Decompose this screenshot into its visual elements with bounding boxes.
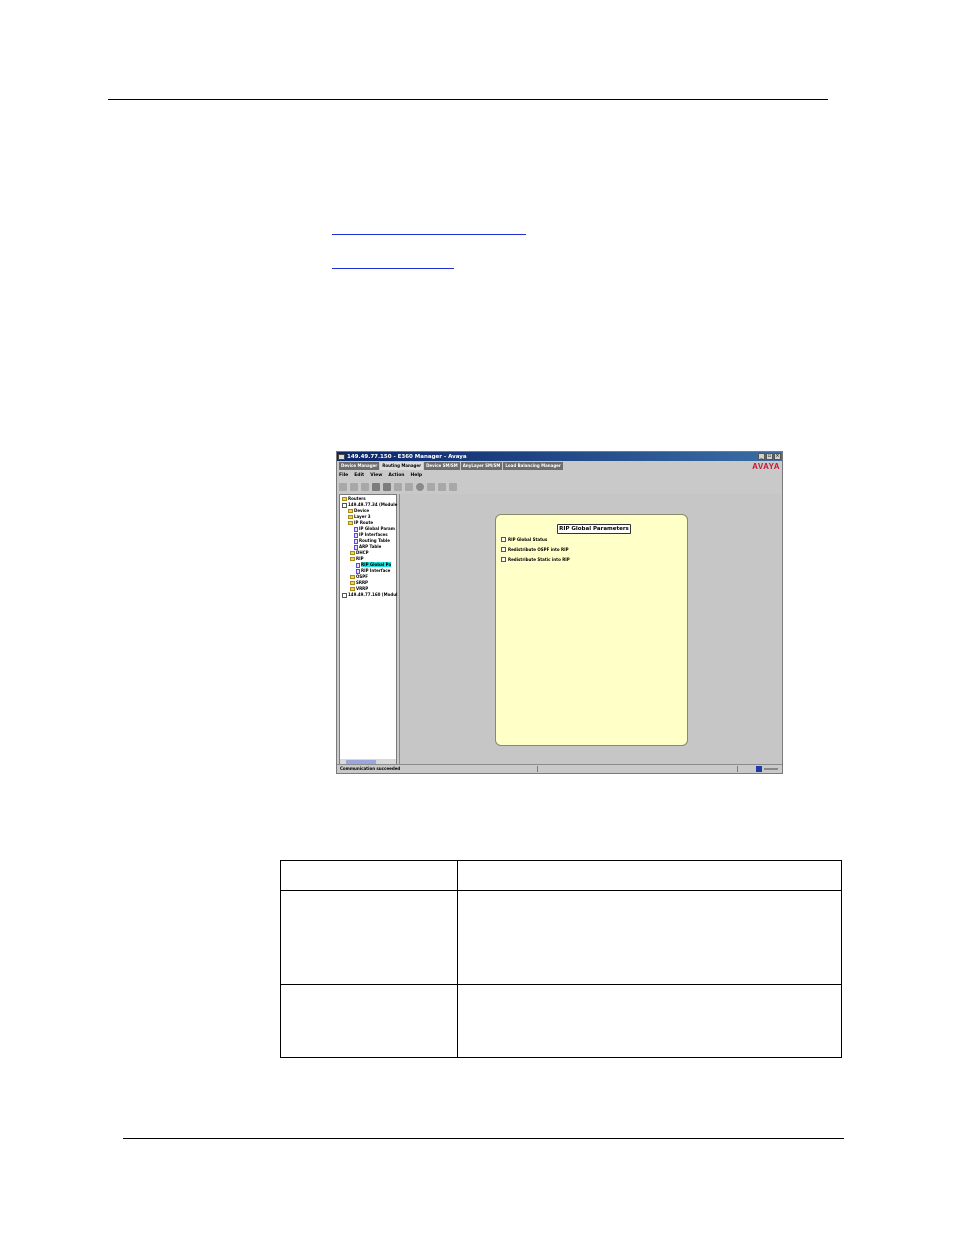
tree-item-ospf[interactable]: OSPF bbox=[350, 574, 368, 579]
tab-load-balancing-manager[interactable]: Load Balancing Manager bbox=[503, 462, 563, 470]
close-button[interactable]: × bbox=[774, 453, 781, 460]
undo-icon[interactable] bbox=[339, 482, 347, 491]
folder-icon bbox=[350, 581, 355, 585]
footer-rule bbox=[123, 1138, 844, 1139]
tree-item-vrrp[interactable]: VRRP bbox=[350, 586, 368, 591]
folder-icon bbox=[350, 557, 355, 561]
tree-item-srrp[interactable]: SRRP bbox=[350, 580, 368, 585]
table-header-rule bbox=[280, 890, 842, 891]
zoom-slider[interactable] bbox=[764, 768, 778, 770]
rip-global-parameters-panel: RIP Global Parameters RIP Global Status … bbox=[495, 514, 688, 746]
screenshot-window: 149.49.77.150 - E360 Manager - Avaya _ ▫… bbox=[336, 451, 783, 774]
toolbar bbox=[339, 481, 780, 492]
tab-anylayer-sm[interactable]: AnyLayer SM/SM bbox=[460, 462, 503, 470]
content-area: RIP Global Parameters RIP Global Status … bbox=[399, 494, 781, 766]
menu-help[interactable]: Help bbox=[411, 473, 423, 478]
document-icon bbox=[354, 538, 358, 544]
apply-icon[interactable] bbox=[372, 482, 380, 491]
tree-item-routers[interactable]: Routers bbox=[342, 496, 366, 501]
print-icon[interactable] bbox=[405, 482, 413, 491]
tree-item-router-1[interactable]: 149.49.77.34 (Module bbox=[342, 502, 397, 508]
window-titlebar: 149.49.77.150 - E360 Manager - Avaya _ ▫… bbox=[337, 452, 782, 461]
status-separator bbox=[537, 766, 538, 772]
folder-icon bbox=[342, 497, 347, 501]
tab-device-sm[interactable]: Device SM/SM bbox=[424, 462, 460, 470]
folder-icon bbox=[350, 587, 355, 591]
folder-icon bbox=[350, 551, 355, 555]
rip-global-status-option[interactable]: RIP Global Status bbox=[501, 537, 547, 542]
window-controls: _ ▫ × bbox=[758, 453, 781, 460]
option-label: Redistribute OSPF into RIP bbox=[508, 547, 569, 552]
help-pointer-icon[interactable] bbox=[449, 482, 457, 491]
checkbox[interactable] bbox=[501, 537, 506, 542]
table-border bbox=[841, 860, 842, 1058]
tree-item-layer3[interactable]: Layer 3 bbox=[348, 514, 371, 519]
tree-item-ip-global-param[interactable]: IP Global Param bbox=[354, 526, 395, 532]
header-rule bbox=[108, 99, 828, 100]
hyperlink-underline[interactable] bbox=[332, 268, 454, 269]
window-title: 149.49.77.150 - E360 Manager - Avaya bbox=[347, 453, 467, 460]
tree-item-rip[interactable]: RIP bbox=[350, 556, 364, 561]
menu-edit[interactable]: Edit bbox=[354, 473, 364, 478]
wand-icon[interactable] bbox=[438, 482, 446, 491]
node-icon bbox=[342, 502, 347, 508]
option-label: Redistribute Static into RIP bbox=[508, 557, 570, 562]
folder-icon bbox=[348, 521, 353, 525]
hyperlink-underline[interactable] bbox=[332, 234, 526, 235]
status-bar: Communication succeeded bbox=[337, 764, 782, 773]
navigation-tree[interactable]: Routers 149.49.77.34 (Module Device Laye… bbox=[339, 494, 397, 766]
minimize-button[interactable]: _ bbox=[758, 453, 765, 460]
tree-item-rip-interface[interactable]: RIP Interface bbox=[356, 568, 390, 574]
tab-routing-manager[interactable]: Routing Manager bbox=[380, 462, 424, 470]
tree-item-router-2[interactable]: 149.49.77.160 (Modul bbox=[342, 592, 397, 598]
checkbox[interactable] bbox=[501, 557, 506, 562]
menu-file[interactable]: File bbox=[339, 473, 348, 478]
checkbox[interactable] bbox=[501, 547, 506, 552]
document-icon bbox=[356, 568, 360, 574]
tree-item-dhcp[interactable]: DHCP bbox=[350, 550, 369, 555]
table-icon[interactable] bbox=[394, 482, 402, 491]
option-label: RIP Global Status bbox=[508, 537, 548, 542]
table-border bbox=[280, 860, 281, 1058]
document-icon bbox=[356, 562, 360, 568]
tree-item-routing-table[interactable]: Routing Table bbox=[354, 538, 390, 544]
maximize-button[interactable]: ▫ bbox=[766, 453, 773, 460]
tree-item-arp-table[interactable]: ARP Table bbox=[354, 544, 381, 550]
paste-icon[interactable] bbox=[361, 482, 369, 491]
tree-item-ip-route[interactable]: IP Route bbox=[348, 520, 373, 525]
node-icon bbox=[342, 592, 347, 598]
parameters-table bbox=[280, 860, 842, 1058]
document-icon bbox=[354, 544, 358, 550]
table-column-rule bbox=[457, 860, 458, 1058]
tree-item-ip-interfaces[interactable]: IP Interfaces bbox=[354, 532, 388, 538]
table-border bbox=[280, 860, 842, 861]
document-icon bbox=[354, 532, 358, 538]
refresh-icon[interactable] bbox=[383, 482, 391, 491]
copy-icon[interactable] bbox=[350, 482, 358, 491]
panel-title: RIP Global Parameters bbox=[557, 524, 631, 534]
network-icon bbox=[756, 766, 762, 772]
manager-tabs: Device Manager Routing Manager Device SM… bbox=[337, 462, 563, 470]
menu-view[interactable]: View bbox=[370, 473, 382, 478]
tree-item-rip-global-params[interactable]: RIP Global Pa bbox=[356, 562, 392, 568]
table-border bbox=[280, 1057, 842, 1058]
stop-icon[interactable] bbox=[416, 482, 424, 491]
tree-item-device[interactable]: Device bbox=[348, 508, 369, 513]
app-icon bbox=[338, 453, 345, 460]
redistribute-ospf-option[interactable]: Redistribute OSPF into RIP bbox=[501, 547, 569, 552]
avaya-logo: AVAYA bbox=[752, 462, 780, 471]
folder-icon bbox=[348, 515, 353, 519]
menu-bar: File Edit View Action Help bbox=[339, 473, 422, 478]
table-row-rule bbox=[280, 984, 842, 985]
status-separator bbox=[737, 766, 738, 772]
folder-icon bbox=[350, 575, 355, 579]
folder-icon bbox=[348, 509, 353, 513]
tab-device-manager[interactable]: Device Manager bbox=[339, 462, 380, 470]
menu-action[interactable]: Action bbox=[388, 473, 404, 478]
document-icon bbox=[354, 526, 358, 532]
tool-icon[interactable] bbox=[427, 482, 435, 491]
redistribute-static-option[interactable]: Redistribute Static into RIP bbox=[501, 557, 570, 562]
status-text: Communication succeeded bbox=[340, 766, 401, 771]
